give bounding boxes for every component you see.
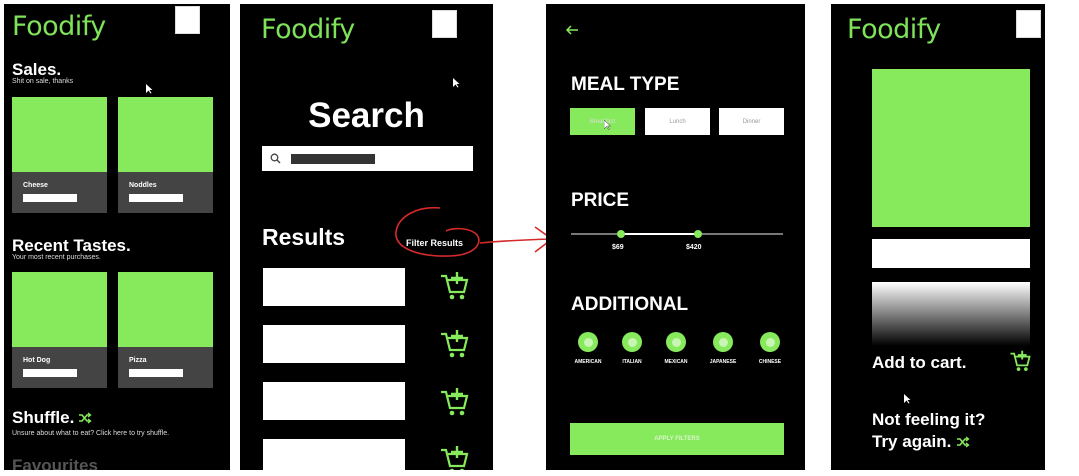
cuisine-label: MEXICAN bbox=[664, 359, 688, 365]
try-again-label: Try again. bbox=[872, 432, 952, 451]
cuisine-icon bbox=[622, 332, 642, 352]
price-max-label: $420 bbox=[686, 244, 702, 251]
cuisine-icon bbox=[713, 332, 733, 352]
mouse-cursor-icon bbox=[904, 394, 911, 404]
shuffle-screen: Foodify Add to cart. Not feeling it? Try… bbox=[831, 4, 1045, 470]
meal-option-label: Breakfast bbox=[589, 118, 616, 125]
cuisine-option-japanese[interactable]: JAPANESE bbox=[703, 332, 743, 365]
try-again-button[interactable]: Try again. bbox=[872, 432, 970, 452]
cuisine-label: JAPANESE bbox=[709, 359, 737, 365]
meal-option-label: Dinner bbox=[742, 118, 761, 125]
product-name-placeholder bbox=[872, 239, 1030, 268]
menu-button[interactable] bbox=[1016, 10, 1041, 38]
cuisine-label: CHINESE bbox=[758, 359, 782, 365]
cuisine-option-italian[interactable]: ITALIAN bbox=[612, 332, 652, 365]
apply-filters-button[interactable]: APPLY FILTERS bbox=[570, 423, 784, 455]
additional-heading: ADDITIONAL bbox=[571, 294, 689, 315]
filter-screen: MEAL TYPE Breakfast Lunch Dinner PRICE $… bbox=[546, 4, 805, 470]
cuisine-option-chinese[interactable]: CHINESE bbox=[750, 332, 790, 365]
cuisine-icon bbox=[578, 332, 598, 352]
cuisine-label: AMERICAN bbox=[574, 359, 602, 365]
not-feeling-it-text: Not feeling it? bbox=[872, 410, 986, 429]
price-slider-max-handle[interactable] bbox=[694, 230, 702, 238]
cuisine-option-american[interactable]: AMERICAN bbox=[568, 332, 608, 365]
mouse-cursor-icon bbox=[604, 120, 611, 130]
meal-option-breakfast[interactable]: Breakfast bbox=[570, 108, 635, 135]
brand-logo: Foodify bbox=[847, 14, 941, 45]
meal-option-lunch[interactable]: Lunch bbox=[645, 108, 710, 135]
price-slider-min-handle[interactable] bbox=[617, 230, 625, 238]
product-description-placeholder bbox=[872, 282, 1030, 346]
cuisine-icon bbox=[760, 332, 780, 352]
cuisine-label: ITALIAN bbox=[622, 359, 642, 365]
cuisine-icon bbox=[666, 332, 686, 352]
add-to-cart-icon[interactable] bbox=[1009, 349, 1031, 373]
meal-option-label: Lunch bbox=[669, 118, 686, 125]
product-image bbox=[872, 69, 1030, 227]
price-heading: PRICE bbox=[571, 190, 630, 211]
price-min-label: $69 bbox=[612, 244, 624, 251]
arrow-left-icon[interactable] bbox=[565, 25, 579, 35]
price-slider-range bbox=[620, 233, 698, 235]
shuffle-icon bbox=[957, 436, 970, 448]
cuisine-option-mexican[interactable]: MEXICAN bbox=[656, 332, 696, 365]
meal-option-dinner[interactable]: Dinner bbox=[719, 108, 784, 135]
add-to-cart-label[interactable]: Add to cart. bbox=[872, 353, 966, 373]
meal-type-heading: MEAL TYPE bbox=[571, 74, 680, 95]
